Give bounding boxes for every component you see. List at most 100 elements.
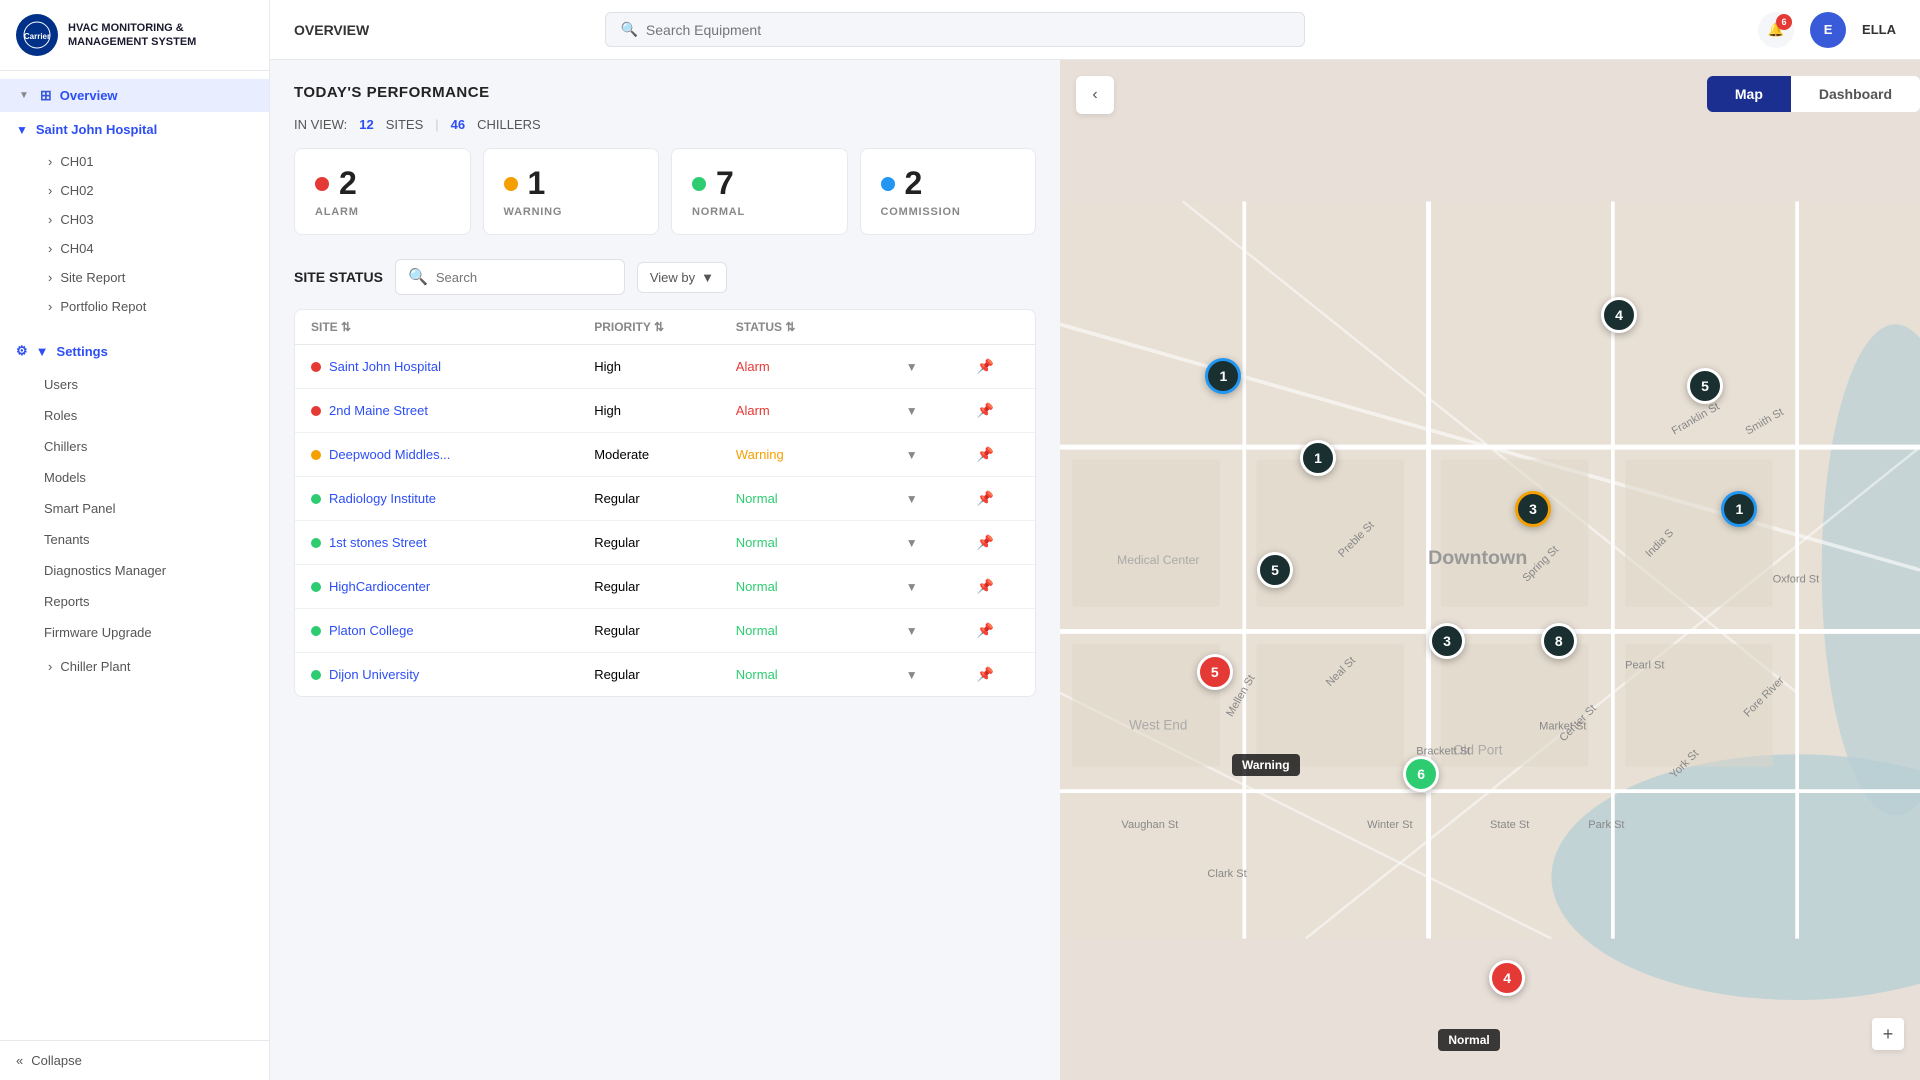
settings-section: ⚙ ▼ Settings Users Roles Chillers Models… [0, 329, 269, 652]
ch01-label: CH01 [60, 154, 93, 169]
pin-btn-0[interactable]: 📌 [977, 358, 994, 374]
site-name-0[interactable]: Saint John Hospital [311, 359, 594, 374]
hospital-group[interactable]: ▼ Saint John Hospital [0, 112, 269, 147]
expand-btn-4[interactable]: ▼ [906, 536, 918, 550]
settings-users[interactable]: Users [0, 369, 269, 400]
chiller-ch02[interactable]: › CH02 [32, 176, 269, 205]
site-name-5[interactable]: HighCardiocenter [311, 579, 594, 594]
svg-text:West End: West End [1129, 718, 1187, 733]
map-marker-8[interactable]: 4 [1601, 297, 1637, 333]
svg-text:Oxford St: Oxford St [1773, 573, 1820, 585]
pin-btn-4[interactable]: 📌 [977, 534, 994, 550]
map-marker-5[interactable]: 6 [1403, 756, 1439, 792]
table-row: HighCardiocenter Regular Normal ▼ 📌 [295, 565, 1035, 609]
site-name-6[interactable]: Platon College [311, 623, 594, 638]
expand-btn-7[interactable]: ▼ [906, 668, 918, 682]
hospital-chevron: ▼ [16, 123, 28, 137]
chiller-ch04[interactable]: › CH04 [32, 234, 269, 263]
svg-text:Park St: Park St [1588, 819, 1624, 831]
settings-diagnostics[interactable]: Diagnostics Manager [0, 555, 269, 586]
pin-btn-5[interactable]: 📌 [977, 578, 994, 594]
expand-btn-0[interactable]: ▼ [906, 360, 918, 374]
map-marker-4[interactable]: 5 [1197, 654, 1233, 690]
settings-reports[interactable]: Reports [0, 586, 269, 617]
map-zoom-in-button[interactable]: + [1872, 1018, 1904, 1050]
col-site: SITE ⇅ [311, 320, 594, 334]
search-icon: 🔍 [620, 21, 637, 38]
settings-smart-panel[interactable]: Smart Panel [0, 493, 269, 524]
expand-btn-6[interactable]: ▼ [906, 624, 918, 638]
settings-firmware[interactable]: Firmware Upgrade [0, 617, 269, 648]
site-name-3[interactable]: Radiology Institute [311, 491, 594, 506]
collapse-button[interactable]: « Collapse [0, 1040, 269, 1080]
alarm-count: 2 [339, 165, 357, 202]
chiller-plant-section: › Chiller Plant [0, 652, 269, 681]
site-name-2[interactable]: Deepwood Middles... [311, 447, 594, 462]
portfolio-report-label: Portfolio Repot [60, 299, 146, 314]
settings-header[interactable]: ⚙ ▼ Settings [0, 333, 269, 369]
map-marker-10[interactable]: 1 [1721, 491, 1757, 527]
ch01-chevron: › [48, 154, 52, 169]
map-marker-7[interactable]: 3 [1515, 491, 1551, 527]
status-4: Normal [736, 535, 906, 550]
pin-btn-7[interactable]: 📌 [977, 666, 994, 682]
carrier-logo: Carrier [16, 14, 58, 56]
ch02-label: CH02 [60, 183, 93, 198]
site-search-box: 🔍 [395, 259, 625, 295]
chiller-plant[interactable]: › Chiller Plant [32, 652, 269, 681]
pin-btn-3[interactable]: 📌 [977, 490, 994, 506]
chiller-ch03[interactable]: › CH03 [32, 205, 269, 234]
chiller-plant-label: Chiller Plant [60, 659, 130, 674]
map-marker-11[interactable]: 4 [1489, 960, 1525, 996]
dashboard-tab[interactable]: Dashboard [1791, 76, 1920, 112]
row-actions-3: ▼ [906, 492, 977, 506]
map-marker-9[interactable]: 5 [1687, 368, 1723, 404]
row-actions-5: ▼ [906, 580, 977, 594]
site-report[interactable]: › Site Report [32, 263, 269, 292]
map-marker-3[interactable]: 3 [1429, 623, 1465, 659]
chiller-ch01[interactable]: › CH01 [32, 147, 269, 176]
sidebar-overview[interactable]: ▼ ⊞ Overview [0, 79, 269, 112]
site-status-title: SITE STATUS [294, 269, 383, 285]
pin-btn-6[interactable]: 📌 [977, 622, 994, 638]
settings-roles[interactable]: Roles [0, 400, 269, 431]
site-search-input[interactable] [436, 270, 612, 285]
normal-count: 7 [716, 165, 734, 202]
pin-btn-1[interactable]: 📌 [977, 402, 994, 418]
table-row: Radiology Institute Regular Normal ▼ 📌 [295, 477, 1035, 521]
map-back-button[interactable]: ‹ [1076, 76, 1114, 114]
sites-count: 12 [359, 117, 373, 132]
map-marker-1[interactable]: 1 [1300, 440, 1336, 476]
pin-btn-2[interactable]: 📌 [977, 446, 994, 462]
site-name-1[interactable]: 2nd Maine Street [311, 403, 594, 418]
topbar: OVERVIEW 🔍 🔔 6 E ELLA [270, 0, 1920, 60]
svg-text:Pearl St: Pearl St [1625, 659, 1664, 671]
settings-models[interactable]: Models [0, 462, 269, 493]
notification-button[interactable]: 🔔 6 [1758, 12, 1794, 48]
site-name-7[interactable]: Dijon University [311, 667, 594, 682]
normal-label: NORMAL [692, 206, 827, 218]
row-actions-2: ▼ [906, 448, 977, 462]
expand-btn-3[interactable]: ▼ [906, 492, 918, 506]
normal-dot [692, 177, 706, 191]
site-dot-2 [311, 450, 321, 460]
settings-tenants[interactable]: Tenants [0, 524, 269, 555]
map-marker-0[interactable]: 1 [1205, 358, 1241, 394]
expand-btn-1[interactable]: ▼ [906, 404, 918, 418]
hospital-name: Saint John Hospital [36, 122, 157, 137]
settings-chillers[interactable]: Chillers [0, 431, 269, 462]
user-avatar[interactable]: E [1810, 12, 1846, 48]
map-tab[interactable]: Map [1707, 76, 1791, 112]
search-input[interactable] [646, 22, 1291, 38]
site-report-chevron: › [48, 270, 52, 285]
view-by-button[interactable]: View by ▼ [637, 262, 727, 293]
map-marker-6[interactable]: 8 [1541, 623, 1577, 659]
expand-btn-2[interactable]: ▼ [906, 448, 918, 462]
portfolio-report[interactable]: › Portfolio Repot [32, 292, 269, 321]
map-marker-2[interactable]: 5 [1257, 552, 1293, 588]
table-row: 2nd Maine Street High Alarm ▼ 📌 [295, 389, 1035, 433]
site-name-4[interactable]: 1st stones Street [311, 535, 594, 550]
priority-1: High [594, 403, 736, 418]
expand-btn-5[interactable]: ▼ [906, 580, 918, 594]
collapse-icon: « [16, 1053, 23, 1068]
